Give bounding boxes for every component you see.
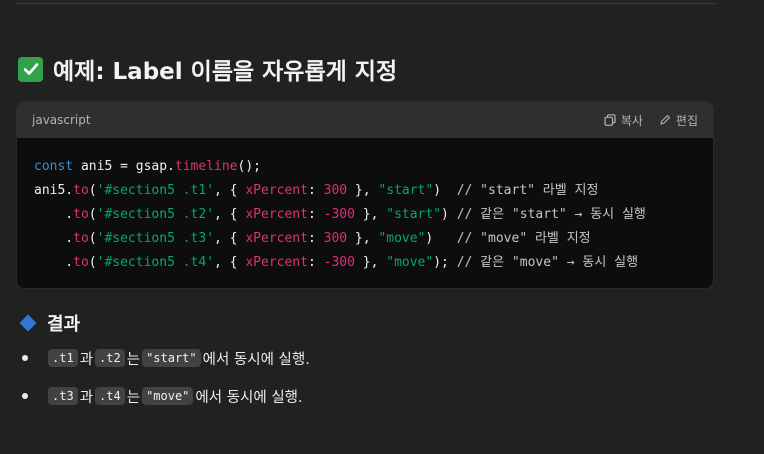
text: 과 xyxy=(79,389,94,406)
text: 는 xyxy=(126,389,141,406)
inline-code: "start" xyxy=(142,349,201,367)
code-token: }, xyxy=(354,255,387,270)
number-token: -300 xyxy=(323,255,355,270)
property-token: xPercent xyxy=(245,183,308,198)
code-line: .to('#section5 .t4', { xPercent: -300 },… xyxy=(34,251,696,275)
copy-icon xyxy=(604,114,616,126)
keyword-token: const xyxy=(34,159,74,174)
code-line: .to('#section5 .t2', { xPercent: -300 },… xyxy=(34,203,696,227)
code-token: ); xyxy=(433,255,457,270)
text: 과 xyxy=(79,351,94,368)
code-token: }, xyxy=(354,207,387,222)
number-token: 300 xyxy=(323,183,348,198)
function-token: to xyxy=(73,255,89,270)
copy-label: 복사 xyxy=(620,113,643,128)
comment-token: // 같은 "start" → 동시 실행 xyxy=(456,207,646,222)
inline-code: .t3 xyxy=(48,387,78,405)
code-token: (); xyxy=(237,159,261,174)
number-token: 300 xyxy=(323,231,348,246)
code-token: ( xyxy=(88,207,97,222)
string-token: '#section5 .t3' xyxy=(96,231,215,246)
string-token: "start" xyxy=(378,183,434,198)
code-token: ) xyxy=(441,207,457,222)
code-token: . xyxy=(34,231,74,246)
heading-text: 예제: Label 이름을 자유롭게 지정 xyxy=(53,59,398,85)
inline-code: .t2 xyxy=(95,349,125,367)
code-token: , { xyxy=(214,231,246,246)
code-token: }, xyxy=(347,183,379,198)
inline-code: .t1 xyxy=(48,349,78,367)
code-language-label: javascript xyxy=(32,113,91,127)
bullet-icon xyxy=(22,355,28,361)
check-mark-icon xyxy=(18,56,43,82)
code-header: javascript 복사 편집 xyxy=(17,102,713,138)
edit-button[interactable]: 편집 xyxy=(659,112,698,129)
code-token: ( xyxy=(88,183,97,198)
section-heading: 예제: Label 이름을 자유롭게 지정 xyxy=(18,52,397,86)
string-token: "start" xyxy=(386,207,442,222)
string-token: '#section5 .t2' xyxy=(96,207,215,222)
code-line: ani5.to('#section5 .t1', { xPercent: 300… xyxy=(34,179,696,203)
code-token: , { xyxy=(214,183,246,198)
code-token: . xyxy=(34,207,74,222)
function-token: to xyxy=(73,231,89,246)
string-token: '#section5 .t1' xyxy=(96,183,215,198)
code-token: ) xyxy=(425,231,457,246)
comment-token: // 같은 "move" → 동시 실행 xyxy=(456,255,639,270)
bullet-icon xyxy=(22,393,28,399)
code-actions: 복사 편집 xyxy=(604,112,698,129)
inline-code: "move" xyxy=(142,387,194,405)
code-token: }, xyxy=(347,231,379,246)
code-token: : xyxy=(307,231,324,246)
code-block: javascript 복사 편집 const ani5 = gsap.timel… xyxy=(16,101,714,289)
code-token: ( xyxy=(88,255,97,270)
code-token: , { xyxy=(214,255,246,270)
top-divider xyxy=(16,3,715,4)
function-token: to xyxy=(73,183,89,198)
text: 에서 동시에 실행. xyxy=(195,389,303,406)
code-token: : xyxy=(307,255,324,270)
edit-label: 편집 xyxy=(675,113,698,128)
inline-code: .t4 xyxy=(95,387,125,405)
code-token: ( xyxy=(88,231,97,246)
code-token: ) xyxy=(433,183,457,198)
function-token: to xyxy=(73,207,89,222)
edit-pencil-icon xyxy=(660,115,670,125)
property-token: xPercent xyxy=(245,231,308,246)
function-token: timeline xyxy=(174,159,238,174)
number-token: -300 xyxy=(323,207,355,222)
text: 는 xyxy=(126,351,141,368)
code-line: const ani5 = gsap.timeline(); xyxy=(34,155,696,179)
comment-token: // "move" 라벨 지정 xyxy=(456,231,591,246)
list-item: .t1 과 .t2 는 "start" 에서 동시에 실행. xyxy=(0,345,764,371)
results-title: 결과 xyxy=(47,314,81,335)
copy-button[interactable]: 복사 xyxy=(604,112,643,129)
results-heading: 결과 xyxy=(18,309,80,337)
comment-token: // "start" 라벨 지정 xyxy=(456,183,599,198)
code-token: ani5. xyxy=(34,183,74,198)
code-token: ani5 = gsap. xyxy=(73,159,175,174)
property-token: xPercent xyxy=(245,255,308,270)
string-token: '#section5 .t4' xyxy=(96,255,215,270)
code-token: : xyxy=(307,207,324,222)
code-content[interactable]: const ani5 = gsap.timeline(); ani5.to('#s… xyxy=(17,138,713,275)
list-item: .t3 과 .t4 는 "move" 에서 동시에 실행. xyxy=(0,383,764,409)
code-line: .to('#section5 .t3', { xPercent: 300 }, … xyxy=(34,227,696,251)
text: 에서 동시에 실행. xyxy=(202,351,310,368)
code-token: : xyxy=(307,183,324,198)
string-token: "move" xyxy=(378,231,426,246)
string-token: "move" xyxy=(386,255,434,270)
property-token: xPercent xyxy=(245,207,308,222)
blue-diamond-icon xyxy=(19,314,37,332)
code-token: , { xyxy=(214,207,246,222)
results-list: .t1 과 .t2 는 "start" 에서 동시에 실행. .t3 과 .t4 는 "m… xyxy=(0,345,764,421)
code-token: . xyxy=(34,255,74,270)
